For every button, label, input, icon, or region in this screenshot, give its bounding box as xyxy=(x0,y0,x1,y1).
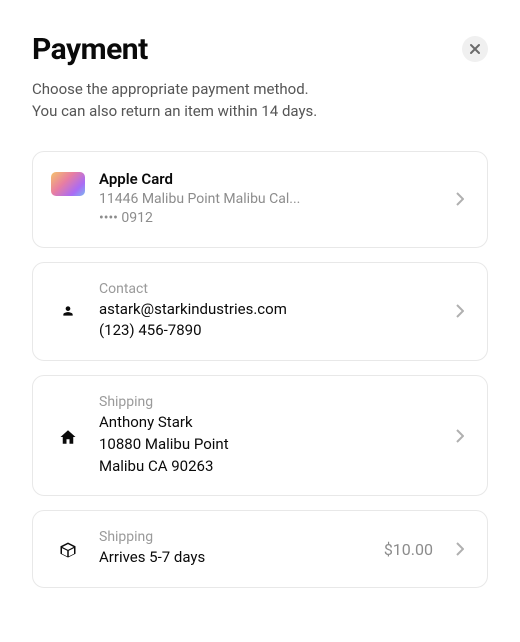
person-icon xyxy=(61,304,75,318)
shipping-method-card[interactable]: Shipping Arrives 5-7 days $10.00 xyxy=(32,510,488,588)
contact-label: Contact xyxy=(99,281,437,297)
credit-card-icon xyxy=(51,172,85,196)
shipping-price: $10.00 xyxy=(384,540,433,559)
page-subtitle: Choose the appropriate payment method. Y… xyxy=(32,79,488,123)
payment-card-name: Apple Card xyxy=(99,170,437,188)
shipping-method-label: Shipping xyxy=(99,529,370,545)
contact-card[interactable]: Contact astark@starkindustries.com (123)… xyxy=(32,262,488,362)
home-icon xyxy=(59,428,77,446)
subtitle-line1: Choose the appropriate payment method. xyxy=(32,80,309,98)
shipping-line1: 10880 Malibu Point xyxy=(99,434,437,456)
contact-phone: (123) 456-7890 xyxy=(99,320,437,342)
shipping-line2: Malibu CA 90263 xyxy=(99,456,437,478)
contact-email: astark@starkindustries.com xyxy=(99,299,437,321)
chevron-right-icon xyxy=(451,427,469,445)
shipping-address-label: Shipping xyxy=(99,394,437,410)
shipping-address-card[interactable]: Shipping Anthony Stark 10880 Malibu Poin… xyxy=(32,375,488,496)
chevron-right-icon xyxy=(451,302,469,320)
payment-card-address: 11446 Malibu Point Malibu Cal... xyxy=(99,190,437,210)
package-icon xyxy=(59,541,77,559)
close-button[interactable] xyxy=(462,36,488,62)
payment-card-last4: •••• 0912 xyxy=(99,209,437,229)
shipping-name: Anthony Stark xyxy=(99,412,437,434)
close-icon xyxy=(469,43,481,55)
payment-method-card[interactable]: Apple Card 11446 Malibu Point Malibu Cal… xyxy=(32,151,488,248)
subtitle-line2: You can also return an item within 14 da… xyxy=(32,102,317,120)
page-title: Payment xyxy=(32,32,148,67)
chevron-right-icon xyxy=(451,540,469,558)
shipping-eta: Arrives 5-7 days xyxy=(99,547,370,569)
chevron-right-icon xyxy=(451,190,469,208)
